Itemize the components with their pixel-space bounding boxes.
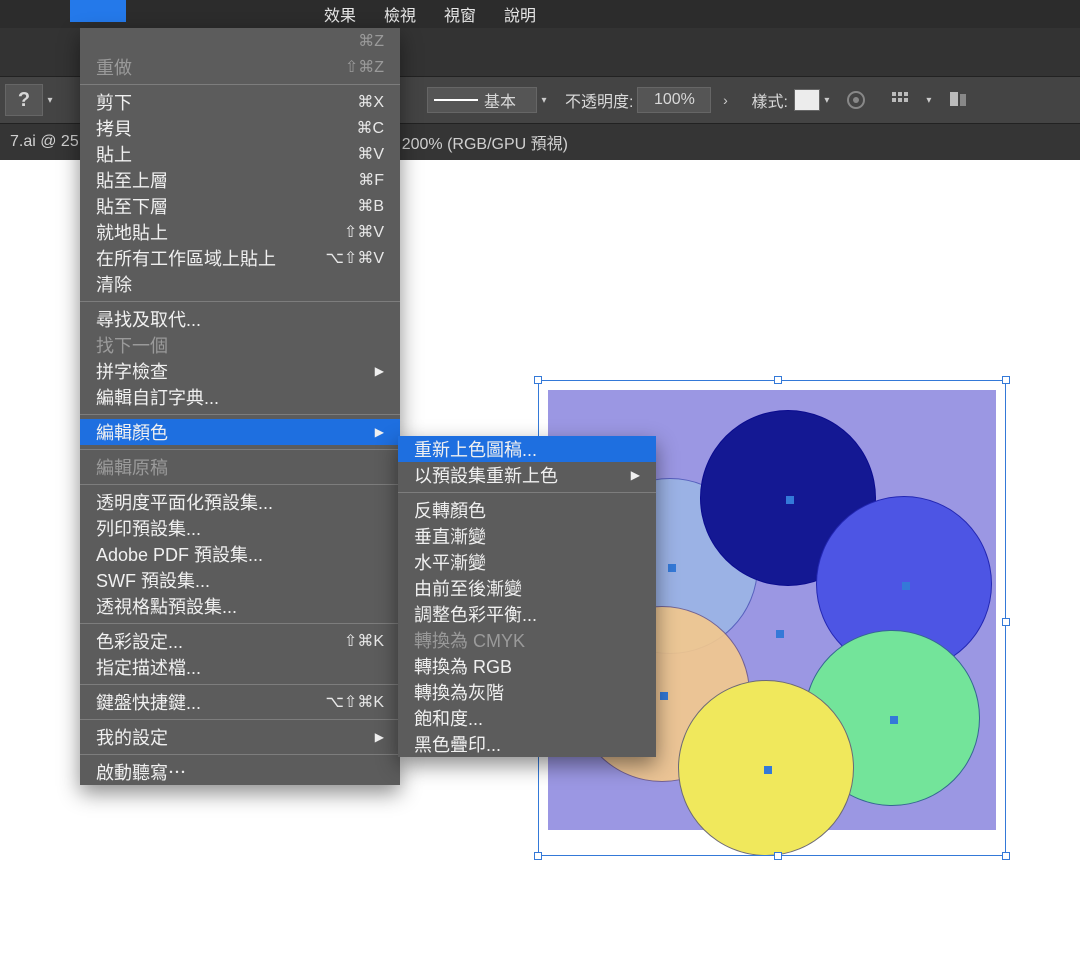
anchor-icon[interactable] bbox=[668, 564, 676, 572]
menu-assign-profile[interactable]: 指定描述檔... bbox=[80, 654, 400, 680]
chevron-down-icon[interactable]: ▾ bbox=[922, 95, 936, 106]
menu-edit-colors[interactable]: 編輯顏色 ▶ bbox=[80, 419, 400, 445]
menu-my-settings[interactable]: 我的設定 ▶ bbox=[80, 724, 400, 750]
submenu-arrow-icon: ▶ bbox=[375, 425, 384, 439]
menu-print-preset[interactable]: 列印預設集... bbox=[80, 515, 400, 541]
edit-menu: ⌘Z 重做 ⇧⌘Z 剪下 ⌘X 拷貝 ⌘C 貼上 ⌘V 貼至上層 ⌘F 貼至下層… bbox=[80, 28, 400, 785]
submenu-blend-horizontal[interactable]: 水平漸變 bbox=[398, 549, 656, 575]
submenu-saturation[interactable]: 飽和度... bbox=[398, 705, 656, 731]
anchor-icon[interactable] bbox=[776, 630, 784, 638]
menu-color-settings[interactable]: 色彩設定... ⇧⌘K bbox=[80, 628, 400, 654]
opacity-input[interactable]: 100% bbox=[637, 87, 711, 113]
help-button[interactable]: ? bbox=[5, 84, 43, 116]
menu-swf-preset[interactable]: SWF 預設集... bbox=[80, 567, 400, 593]
menu-separator bbox=[80, 754, 400, 755]
stroke-label: 基本 bbox=[484, 88, 516, 112]
menu-separator bbox=[398, 492, 656, 493]
submenu-arrow-icon: ▶ bbox=[375, 730, 384, 744]
menu-perspective-preset[interactable]: 透視格點預設集... bbox=[80, 593, 400, 619]
opacity-label: 不透明度: bbox=[565, 88, 633, 112]
active-menu-highlight bbox=[70, 0, 126, 22]
submenu-arrow-icon: ▶ bbox=[375, 364, 384, 378]
document-tab-left[interactable]: 7.ai @ 25 bbox=[0, 127, 90, 157]
submenu-convert-cmyk: 轉換為 CMYK bbox=[398, 627, 656, 653]
top-menubar: 效果 檢視 視窗 說明 bbox=[0, 0, 1080, 28]
anchor-icon[interactable] bbox=[764, 766, 772, 774]
menu-undo: ⌘Z bbox=[80, 28, 400, 54]
edit-colors-submenu: 重新上色圖稿... 以預設集重新上色 ▶ 反轉顏色 垂直漸變 水平漸變 由前至後… bbox=[398, 436, 656, 757]
chevron-down-icon[interactable]: ▾ bbox=[43, 95, 57, 106]
submenu-arrow-icon: ▶ bbox=[631, 468, 640, 482]
menu-paste-back[interactable]: 貼至下層 ⌘B bbox=[80, 193, 400, 219]
style-label: 樣式: bbox=[751, 88, 787, 112]
anchor-icon[interactable] bbox=[890, 716, 898, 724]
menu-start-dictation[interactable]: 啟動聽寫⋯ bbox=[80, 759, 400, 785]
submenu-convert-grayscale[interactable]: 轉換為灰階 bbox=[398, 679, 656, 705]
menu-paste[interactable]: 貼上 ⌘V bbox=[80, 141, 400, 167]
document-setup-icon[interactable] bbox=[844, 88, 868, 112]
anchor-icon[interactable] bbox=[786, 496, 794, 504]
stroke-line-icon bbox=[434, 99, 478, 101]
menu-redo: 重做 ⇧⌘Z bbox=[80, 54, 400, 80]
menu-find-replace[interactable]: 尋找及取代... bbox=[80, 306, 400, 332]
menu-edit-dictionary[interactable]: 編輯自訂字典... bbox=[80, 384, 400, 410]
submenu-recolor-preset[interactable]: 以預設集重新上色 ▶ bbox=[398, 462, 656, 488]
submenu-blend-vertical[interactable]: 垂直漸變 bbox=[398, 523, 656, 549]
menu-clear[interactable]: 清除 bbox=[80, 271, 400, 297]
menu-window[interactable]: 視窗 bbox=[430, 0, 490, 30]
menu-pdf-preset[interactable]: Adobe PDF 預設集... bbox=[80, 541, 400, 567]
selection-handle-br[interactable] bbox=[1002, 852, 1010, 860]
document-tab-active[interactable]: 200% (RGB/GPU 預視) bbox=[390, 124, 580, 160]
menu-effect[interactable]: 效果 bbox=[310, 0, 370, 30]
submenu-overprint-black[interactable]: 黑色疊印... bbox=[398, 731, 656, 757]
chevron-down-icon[interactable]: ▾ bbox=[537, 95, 551, 106]
anchor-icon[interactable] bbox=[902, 582, 910, 590]
submenu-adjust-balance[interactable]: 調整色彩平衡... bbox=[398, 601, 656, 627]
selection-handle-tr[interactable] bbox=[1002, 376, 1010, 384]
menu-find-next: 找下一個 bbox=[80, 332, 400, 358]
selection-handle-mr[interactable] bbox=[1002, 618, 1010, 626]
opacity-value: 100% bbox=[654, 91, 695, 109]
selection-handle-tl[interactable] bbox=[534, 376, 542, 384]
submenu-invert-colors[interactable]: 反轉顏色 bbox=[398, 497, 656, 523]
menu-copy[interactable]: 拷貝 ⌘C bbox=[80, 115, 400, 141]
submenu-convert-rgb[interactable]: 轉換為 RGB bbox=[398, 653, 656, 679]
selection-handle-bm[interactable] bbox=[774, 852, 782, 860]
menu-help[interactable]: 說明 bbox=[490, 0, 550, 30]
arrange-icon[interactable] bbox=[946, 88, 970, 112]
menu-paste-in-place[interactable]: 就地貼上 ⇧⌘V bbox=[80, 219, 400, 245]
menu-separator bbox=[80, 623, 400, 624]
submenu-recolor-artwork[interactable]: 重新上色圖稿... bbox=[398, 436, 656, 462]
menu-view[interactable]: 檢視 bbox=[370, 0, 430, 30]
submenu-blend-front-back[interactable]: 由前至後漸變 bbox=[398, 575, 656, 601]
selection-handle-tm[interactable] bbox=[774, 376, 782, 384]
menu-separator bbox=[80, 684, 400, 685]
stroke-dropdown[interactable]: 基本 bbox=[427, 87, 537, 113]
anchor-icon[interactable] bbox=[660, 692, 668, 700]
selection-handle-bl[interactable] bbox=[534, 852, 542, 860]
menu-keyboard-shortcuts[interactable]: 鍵盤快捷鍵... ⌥⇧⌘K bbox=[80, 689, 400, 715]
chevron-down-icon[interactable]: ▾ bbox=[820, 95, 834, 106]
menu-separator bbox=[80, 719, 400, 720]
align-icon[interactable] bbox=[888, 88, 912, 112]
menu-separator bbox=[80, 484, 400, 485]
menu-separator bbox=[80, 84, 400, 85]
menu-cut[interactable]: 剪下 ⌘X bbox=[80, 89, 400, 115]
menu-separator bbox=[80, 449, 400, 450]
menu-paste-all-artboards[interactable]: 在所有工作區域上貼上 ⌥⇧⌘V bbox=[80, 245, 400, 271]
menu-separator bbox=[80, 414, 400, 415]
menu-edit-original: 編輯原稿 bbox=[80, 454, 400, 480]
style-swatch[interactable] bbox=[794, 89, 820, 111]
menu-spell-check[interactable]: 拼字檢查 ▶ bbox=[80, 358, 400, 384]
menu-flatten-preset[interactable]: 透明度平面化預設集... bbox=[80, 489, 400, 515]
menu-separator bbox=[80, 301, 400, 302]
chevron-right-icon[interactable]: › bbox=[715, 92, 735, 108]
menu-paste-front[interactable]: 貼至上層 ⌘F bbox=[80, 167, 400, 193]
